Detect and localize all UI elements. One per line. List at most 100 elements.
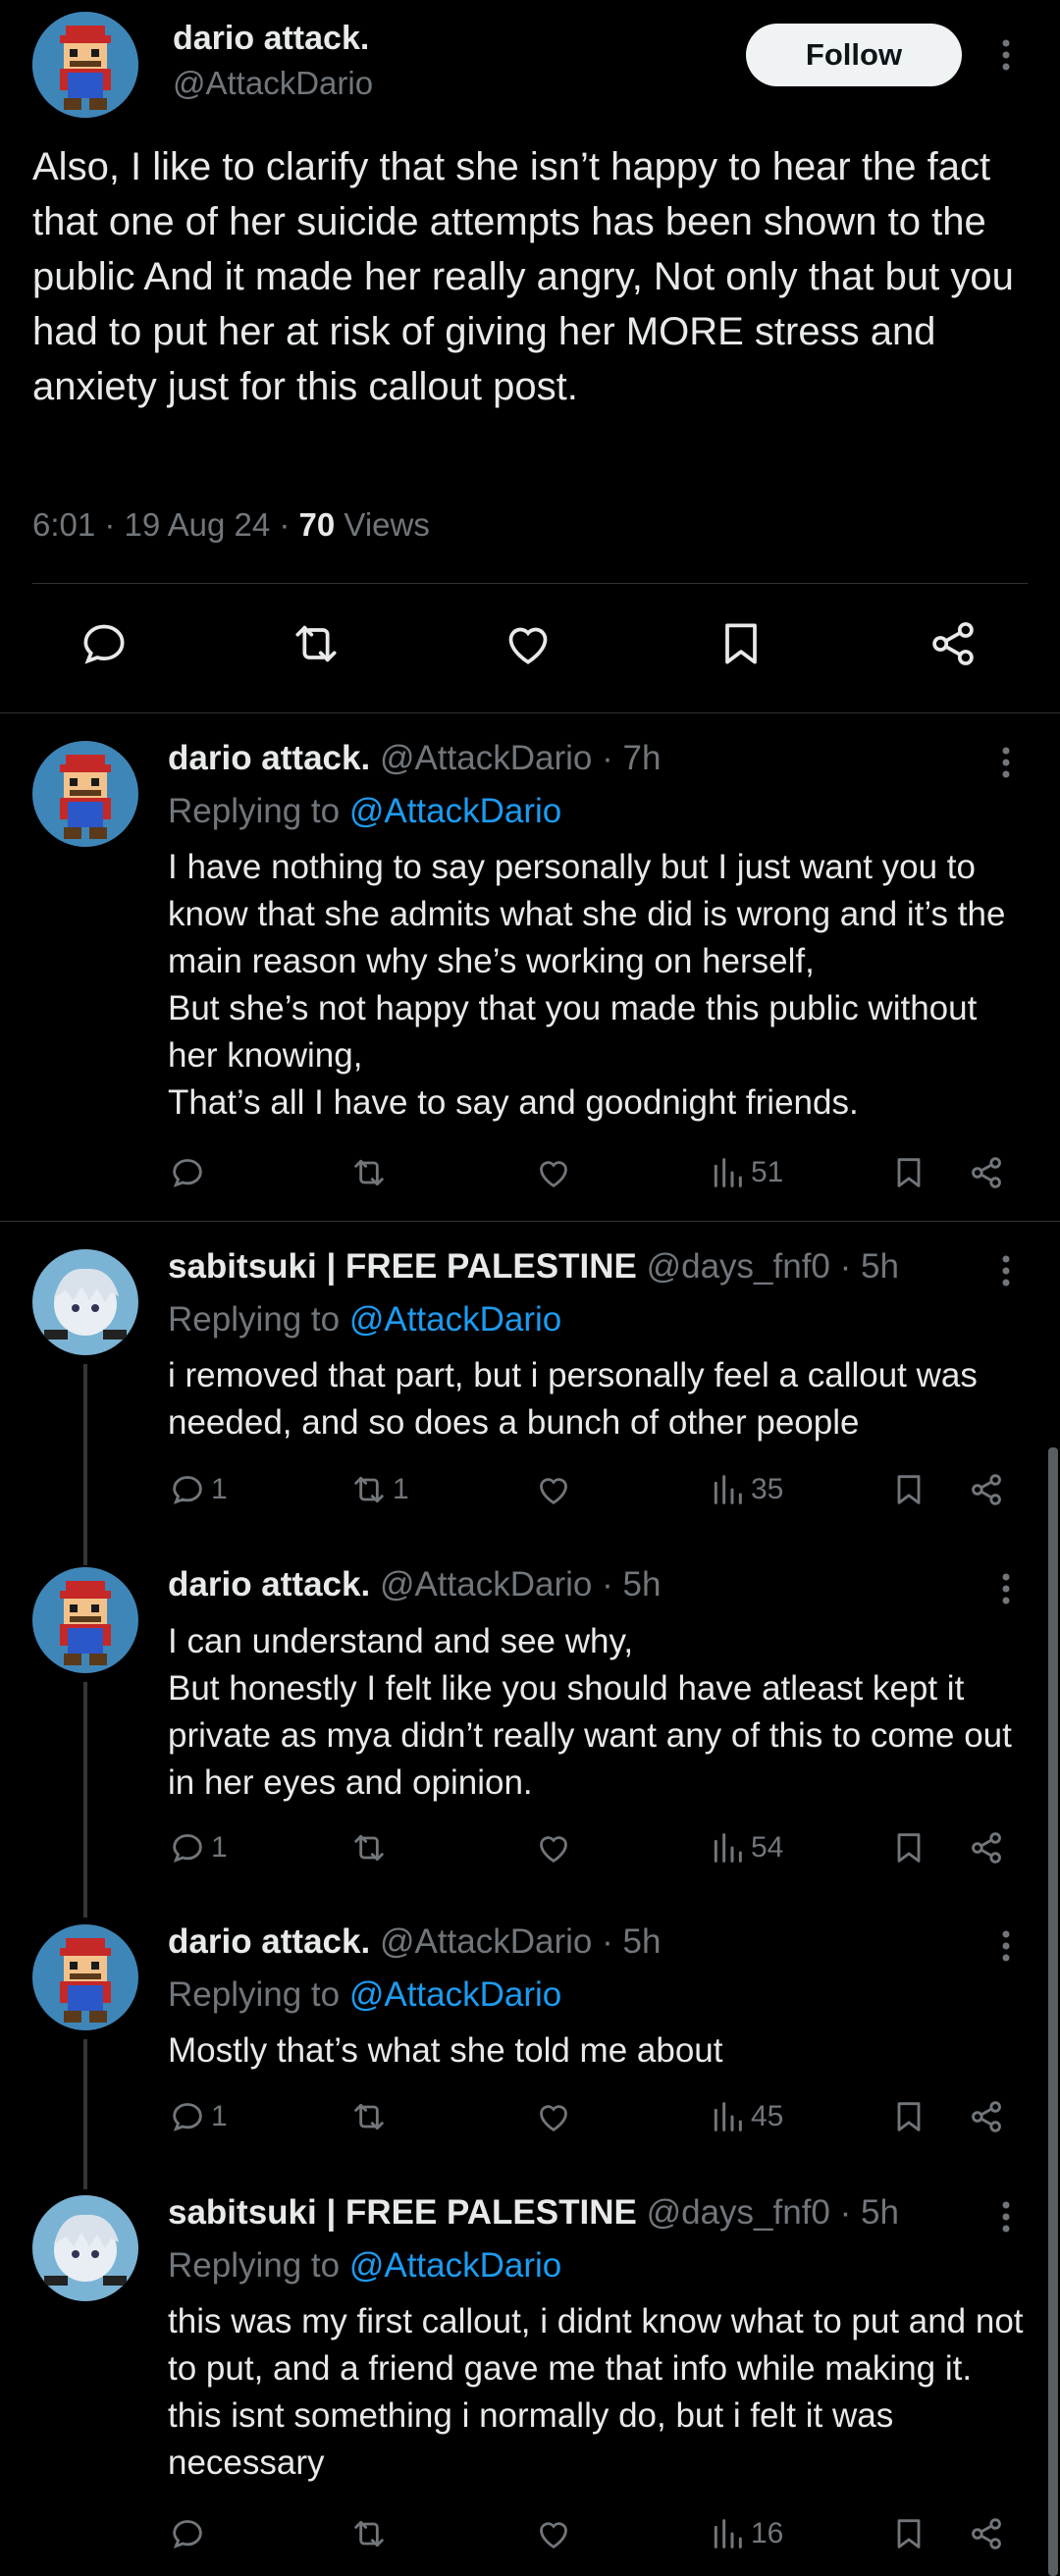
reply-time: · 7h: [602, 739, 662, 777]
share-icon[interactable]: [967, 1828, 1006, 1867]
like-icon[interactable]: [534, 1153, 573, 1192]
avatar[interactable]: [32, 1924, 138, 2030]
reply-header: dario attack. @AttackDario · 7h: [168, 739, 661, 778]
replying-to-label: Replying to: [168, 2246, 349, 2285]
views-icon[interactable]: 16: [708, 2514, 783, 2553]
avatar[interactable]: [32, 1567, 138, 1673]
reply-icon[interactable]: [168, 2514, 211, 2553]
reply-header: dario attack. @AttackDario · 5h: [168, 1922, 661, 1962]
share-icon[interactable]: [967, 1153, 1006, 1192]
reply-tweet[interactable]: dario attack. @AttackDario · 5h I can un…: [0, 1540, 1060, 1893]
post-time: 6:01 · 19 Aug 24 ·: [32, 506, 299, 543]
author-handle[interactable]: @AttackDario: [380, 739, 592, 777]
author-handle[interactable]: @days_fnf0: [647, 1247, 830, 1286]
views-count: 51: [751, 1156, 784, 1188]
avatar[interactable]: [32, 741, 138, 847]
bookmark-icon[interactable]: [889, 1828, 928, 1867]
reply-text: i removed that part, but i personally fe…: [168, 1356, 987, 1442]
avatar[interactable]: [32, 1249, 138, 1355]
author-name[interactable]: dario attack.: [173, 20, 369, 58]
replying-to-link[interactable]: @AttackDario: [349, 2246, 561, 2285]
bookmark-icon[interactable]: [889, 2097, 928, 2136]
replying-to-link[interactable]: @AttackDario: [349, 792, 561, 830]
reply-icon[interactable]: 1: [168, 1828, 228, 1867]
replying-to-link[interactable]: @AttackDario: [349, 1300, 561, 1339]
reply-header: sabitsuki | FREE PALESTINE @days_fnf0 · …: [168, 1247, 899, 1287]
mario-avatar-icon: [32, 1924, 138, 2030]
reply-time: · 5h: [602, 1922, 662, 1961]
more-options-icon[interactable]: [991, 743, 1021, 782]
reply-actions: 16: [168, 2514, 1012, 2557]
more-options-icon[interactable]: [991, 1569, 1021, 1608]
reply-icon[interactable]: 1: [168, 1470, 228, 1509]
more-options-icon[interactable]: [991, 1926, 1021, 1966]
share-icon[interactable]: [967, 2514, 1006, 2553]
author-name[interactable]: sabitsuki | FREE PALESTINE: [168, 1247, 637, 1286]
reply-tweet[interactable]: dario attack. @AttackDario · 5h Replying…: [0, 1897, 1060, 2162]
author-name[interactable]: sabitsuki | FREE PALESTINE: [168, 2193, 637, 2232]
bookmark-icon[interactable]: [889, 1153, 928, 1192]
mario-avatar-icon: [32, 1567, 138, 1673]
share-icon[interactable]: [926, 616, 980, 671]
reply-icon[interactable]: [168, 1153, 211, 1192]
views-count: 70: [298, 506, 336, 543]
reply-tweet[interactable]: sabitsuki | FREE PALESTINE @days_fnf0 · …: [0, 1222, 1060, 1536]
like-icon[interactable]: [534, 1828, 573, 1867]
anime-avatar-icon: [32, 2195, 138, 2301]
post-actions: [0, 616, 1060, 685]
bookmark-icon[interactable]: [889, 2514, 928, 2553]
reply-header: sabitsuki | FREE PALESTINE @days_fnf0 · …: [168, 2193, 899, 2233]
bookmark-icon[interactable]: [889, 1470, 928, 1509]
author-handle[interactable]: @days_fnf0: [647, 2193, 830, 2232]
author-name[interactable]: dario attack.: [168, 1922, 370, 1961]
share-icon[interactable]: [967, 1470, 1006, 1509]
more-options-icon[interactable]: [991, 1251, 1021, 1290]
reply-time: · 5h: [839, 1247, 899, 1286]
scrollbar[interactable]: [1048, 1447, 1058, 2576]
like-icon[interactable]: [534, 1470, 573, 1509]
reply-tweet[interactable]: sabitsuki | FREE PALESTINE @days_fnf0 · …: [0, 2168, 1060, 2576]
repost-icon[interactable]: 1: [349, 1470, 409, 1509]
views-icon[interactable]: 54: [708, 1828, 783, 1867]
repost-icon[interactable]: [349, 1153, 393, 1192]
reply-actions: 51: [168, 1153, 1012, 1196]
reply-icon[interactable]: [77, 616, 132, 671]
avatar[interactable]: [32, 12, 138, 118]
reply-text: I have nothing to say personally but I j…: [168, 848, 1006, 1122]
like-icon[interactable]: [501, 616, 556, 671]
mario-avatar-icon: [32, 12, 138, 118]
reply-time: · 5h: [602, 1565, 662, 1603]
views-label: Views: [335, 506, 430, 543]
repost-icon[interactable]: [349, 2514, 393, 2553]
follow-button[interactable]: Follow: [746, 24, 962, 86]
like-icon[interactable]: [534, 2097, 573, 2136]
reply-count: 1: [211, 1831, 228, 1864]
views-icon[interactable]: 35: [708, 1470, 783, 1509]
repost-icon[interactable]: [349, 2097, 393, 2136]
replying-to-link[interactable]: @AttackDario: [349, 1975, 561, 2014]
author-name[interactable]: dario attack.: [168, 1565, 370, 1603]
views-icon[interactable]: 45: [708, 2097, 783, 2136]
author-handle[interactable]: @AttackDario: [380, 1565, 592, 1603]
mario-avatar-icon: [32, 741, 138, 847]
reply-time: · 5h: [839, 2193, 899, 2232]
bookmark-icon[interactable]: [714, 616, 768, 671]
author-handle[interactable]: @AttackDario: [380, 1922, 592, 1961]
author-name[interactable]: dario attack.: [168, 739, 370, 777]
more-options-icon[interactable]: [991, 35, 1021, 75]
repost-icon[interactable]: [289, 616, 344, 671]
replying-to-label: Replying to: [168, 792, 349, 830]
like-icon[interactable]: [534, 2514, 573, 2553]
repost-icon[interactable]: [349, 1828, 393, 1867]
avatar[interactable]: [32, 2195, 138, 2301]
reply-tweet[interactable]: dario attack. @AttackDario · 7h Replying…: [0, 713, 1060, 1221]
post-meta: 6:01 · 19 Aug 24 · 70 Views: [32, 506, 430, 544]
post-text: Also, I like to clarify that she isn’t h…: [32, 145, 1025, 408]
more-options-icon[interactable]: [991, 2197, 1021, 2236]
views-count: 54: [751, 1831, 784, 1864]
author-handle[interactable]: @AttackDario: [173, 65, 373, 102]
share-icon[interactable]: [967, 2097, 1006, 2136]
reply-icon[interactable]: 1: [168, 2097, 228, 2136]
replying-to: Replying to @AttackDario: [168, 1300, 561, 1340]
views-icon[interactable]: 51: [708, 1153, 783, 1192]
